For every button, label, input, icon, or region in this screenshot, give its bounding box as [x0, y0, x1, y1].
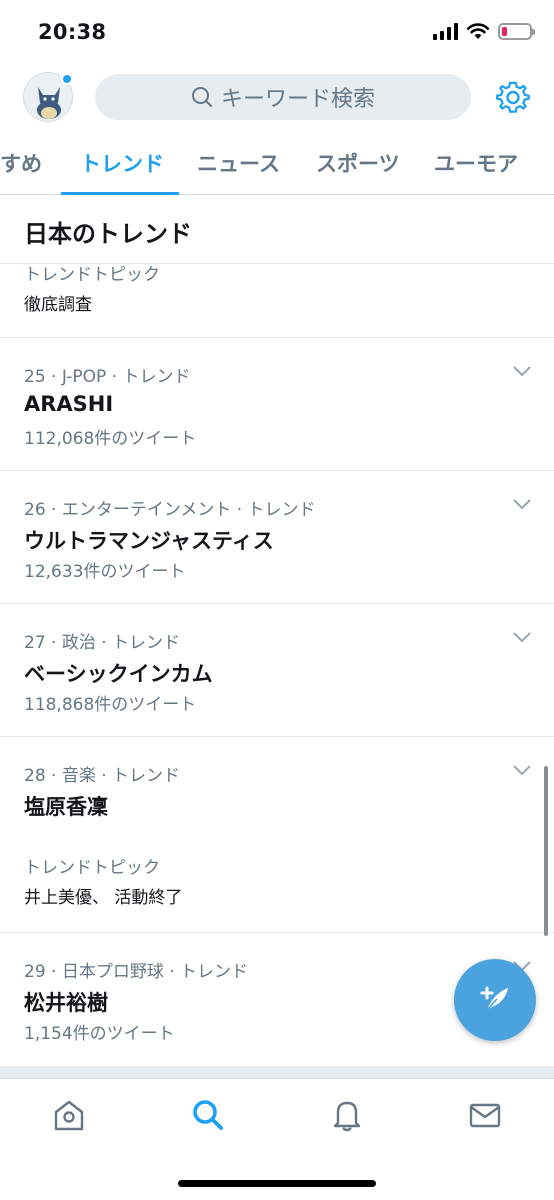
- bell-icon[interactable]: [329, 1097, 365, 1133]
- chevron-down-icon[interactable]: [512, 630, 532, 644]
- chevron-down-icon[interactable]: [512, 364, 532, 378]
- scrollbar[interactable]: [544, 766, 548, 936]
- tweet-count: 112,068件のツイート: [24, 429, 197, 449]
- explore-icon[interactable]: [190, 1097, 226, 1133]
- gear-icon[interactable]: [496, 80, 530, 114]
- trend-meta: 25 · J-POP · トレンド: [24, 367, 191, 387]
- search-icon: [191, 87, 212, 107]
- topic-text: 徹底調査: [24, 295, 92, 315]
- tweet-count: 1,154件のツイート: [24, 1024, 175, 1044]
- trend-name: 松井裕樹: [24, 991, 108, 1015]
- list-footer-divider: [0, 1066, 554, 1078]
- topic-label: トレンドトピック: [24, 858, 160, 878]
- header: キーワード検索: [0, 66, 554, 132]
- trend-meta: 28 · 音楽 · トレンド: [24, 766, 181, 786]
- tab-bar: すめ トレンド ニュース スポーツ ユーモア: [0, 132, 554, 195]
- trend-item-partial[interactable]: トレンドトピック 徹底調査: [0, 264, 554, 338]
- search-placeholder: キーワード検索: [220, 87, 375, 112]
- status-bar: 20:38: [0, 0, 554, 66]
- tab-humor[interactable]: ユーモア: [434, 148, 518, 178]
- trend-name: ウルトラマンジャスティス: [24, 529, 274, 553]
- topic-text: 井上美優、 活動終了: [24, 888, 183, 908]
- topic-label: トレンドトピック: [24, 265, 160, 285]
- notification-dot: [61, 73, 73, 85]
- trend-name: ARASHI: [24, 392, 114, 416]
- active-tab-indicator: [61, 192, 179, 195]
- trend-item[interactable]: 28 · 音楽 · トレンド 塩原香凜 トレンドトピック 井上美優、 活動終了: [0, 737, 554, 933]
- trend-meta: 26 · エンターテインメント · トレンド: [24, 500, 316, 520]
- tab-recommended[interactable]: すめ: [0, 148, 42, 178]
- signal-icon: [433, 22, 458, 40]
- tab-trends[interactable]: トレンド: [80, 148, 164, 178]
- search-input[interactable]: キーワード検索: [95, 74, 471, 120]
- compose-tweet-button[interactable]: [454, 959, 536, 1041]
- trend-meta: 29 · 日本プロ野球 · トレンド: [24, 962, 249, 982]
- home-icon[interactable]: [51, 1097, 87, 1133]
- trend-item[interactable]: 27 · 政治 · トレンド ベーシックインカム 118,868件のツイート: [0, 604, 554, 737]
- tweet-count: 12,633件のツイート: [24, 562, 186, 582]
- tab-news[interactable]: ニュース: [197, 148, 280, 178]
- wifi-icon: [466, 23, 490, 39]
- battery-icon: [498, 22, 535, 40]
- trend-name: 塩原香凜: [24, 795, 108, 819]
- status-time: 20:38: [38, 20, 107, 44]
- tweet-count: 118,868件のツイート: [24, 695, 197, 715]
- compose-icon: [480, 986, 508, 1011]
- tab-sports[interactable]: スポーツ: [316, 148, 400, 178]
- trend-item[interactable]: 26 · エンターテインメント · トレンド ウルトラマンジャスティス 12,6…: [0, 471, 554, 604]
- home-indicator: [178, 1180, 376, 1187]
- section-header: 日本のトレンド: [0, 196, 554, 264]
- trend-meta: 27 · 政治 · トレンド: [24, 633, 181, 653]
- chevron-down-icon[interactable]: [512, 497, 532, 511]
- trend-name: ベーシックインカム: [24, 662, 213, 686]
- trend-item[interactable]: 25 · J-POP · トレンド ARASHI 112,068件のツイート: [0, 338, 554, 471]
- chevron-down-icon[interactable]: [512, 763, 532, 777]
- mail-icon[interactable]: [467, 1097, 503, 1133]
- status-icons: [433, 22, 535, 40]
- section-title: 日本のトレンド: [24, 220, 192, 248]
